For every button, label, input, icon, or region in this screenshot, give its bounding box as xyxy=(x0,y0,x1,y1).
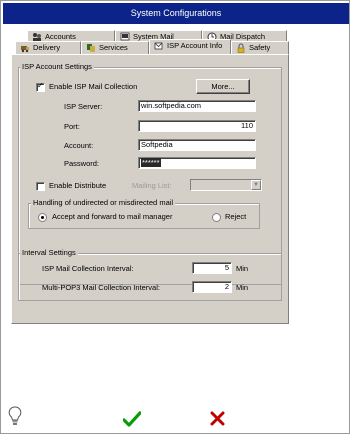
chevron-down-icon[interactable]: ▼ xyxy=(251,180,261,190)
isp-server-label: ISP Server: xyxy=(64,102,103,111)
isp-server-input[interactable]: win.softpedia.com xyxy=(138,100,256,112)
accept-forward-radio[interactable] xyxy=(38,213,47,222)
password-value: ****** xyxy=(141,158,161,167)
tab-safety-label: Safety xyxy=(249,43,271,52)
window-title: System Configurations xyxy=(3,3,349,24)
tab-services[interactable]: Services xyxy=(81,41,149,54)
account-input[interactable]: Softpedia xyxy=(138,139,256,151)
interval-settings-title: Interval Settings xyxy=(20,248,78,257)
password-input[interactable]: ****** xyxy=(138,157,256,169)
account-label: Account: xyxy=(64,141,94,150)
pop3-interval-unit: Min xyxy=(236,283,249,292)
accept-forward-label: Accept and forward to mail manager xyxy=(52,212,173,221)
interval-settings-group xyxy=(18,253,282,301)
reject-radio[interactable] xyxy=(212,213,221,222)
mailing-list-label: Mailing List: xyxy=(132,181,172,190)
isp-account-panel: ISP Account Settings Enable ISP Mail Col… xyxy=(11,54,289,324)
pop3-interval-label: Multi-POP3 Mail Collection Interval: xyxy=(42,283,160,292)
port-input[interactable]: 110 xyxy=(138,120,256,132)
password-label: Password: xyxy=(64,159,100,168)
tab-safety[interactable]: Safety xyxy=(231,41,289,54)
isp-interval-input[interactable]: 5 xyxy=(192,262,232,274)
delivery-icon xyxy=(21,46,29,53)
lightbulb-icon[interactable] xyxy=(8,406,22,426)
mailing-list-dropdown[interactable]: ▼ xyxy=(190,179,262,191)
services-icon xyxy=(87,44,95,52)
handling-title: Handling of undirected or misdirected ma… xyxy=(31,198,176,207)
tab-services-label: Services xyxy=(99,43,128,52)
tab-delivery-label: Delivery xyxy=(33,43,61,52)
tab-delivery[interactable]: Delivery xyxy=(15,41,81,54)
enable-distribute-checkbox[interactable] xyxy=(36,182,45,191)
tab-isp-account-info[interactable]: ISP Account Info xyxy=(149,39,231,54)
pop3-interval-input[interactable]: 2 xyxy=(192,281,232,293)
isp-account-settings-title: ISP Account Settings xyxy=(20,62,94,71)
isp-interval-unit: Min xyxy=(236,264,249,273)
isp-interval-label: ISP Mail Collection Interval: xyxy=(42,264,134,273)
enable-isp-mail-checkbox[interactable] xyxy=(36,81,45,92)
lock-icon xyxy=(237,43,245,53)
reject-label: Reject xyxy=(225,212,247,221)
checkmark-icon[interactable] xyxy=(123,411,141,427)
configuration-window: System Configurations Accounts System Ma… xyxy=(0,0,350,434)
more-button[interactable]: More... xyxy=(196,79,250,94)
cross-icon[interactable] xyxy=(210,411,225,426)
isp-account-icon xyxy=(154,42,163,50)
port-label: Port: xyxy=(64,122,80,131)
enable-distribute-label: Enable Distribute xyxy=(49,181,107,190)
enable-isp-mail-label: Enable ISP Mail Collection xyxy=(49,82,138,91)
tab-isp-account-info-label: ISP Account Info xyxy=(167,41,223,50)
